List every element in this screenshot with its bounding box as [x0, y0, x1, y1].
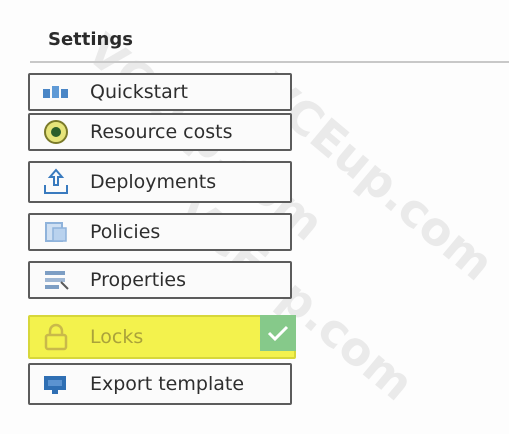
menu-item-label: Policies [90, 221, 161, 243]
menu-item-label: Locks [90, 326, 144, 348]
menu-item-policies[interactable]: Policies [28, 213, 292, 251]
menu-item-deployments[interactable]: Deployments [28, 161, 292, 203]
menu-item-label: Export template [90, 373, 245, 395]
menu-item-properties[interactable]: Properties [28, 261, 292, 299]
menu-item-label: Properties [90, 269, 187, 291]
checkmark-icon [260, 315, 296, 351]
menu-item-label: Deployments [90, 171, 217, 193]
settings-panel: VCEup.com VCEup.com VCEup.com Settings Q… [0, 0, 509, 434]
resource-costs-icon [40, 118, 72, 146]
menu-item-label: Resource costs [90, 121, 233, 143]
export-template-icon [40, 370, 72, 398]
menu-item-export-template[interactable]: Export template [28, 363, 292, 405]
properties-icon [40, 266, 72, 294]
menu-item-label: Quickstart [90, 81, 188, 103]
divider [30, 61, 509, 63]
panel-title: Settings [48, 29, 133, 50]
deployments-icon [40, 168, 72, 196]
menu-item-quickstart[interactable]: Quickstart [28, 73, 292, 111]
policies-icon [40, 218, 72, 246]
menu-item-resource-costs[interactable]: Resource costs [28, 113, 292, 151]
lock-icon [40, 323, 72, 351]
quickstart-icon [40, 78, 72, 106]
menu-item-locks[interactable]: Locks [28, 315, 296, 359]
